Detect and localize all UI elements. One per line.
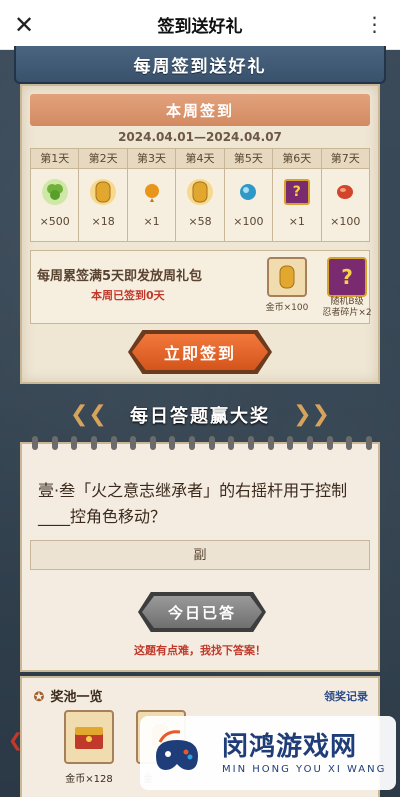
day-count: ×1 bbox=[288, 215, 305, 228]
day-cell: 第7天 ×100 bbox=[321, 149, 369, 241]
bonus-item-label-line2: 忍者碎片×2 bbox=[322, 308, 372, 318]
blue-orb-icon bbox=[235, 179, 261, 205]
answered-today-button[interactable]: 今日已答 bbox=[142, 596, 262, 628]
notebook-rings bbox=[32, 436, 372, 450]
day-cell: 第6天 ? ×1 bbox=[273, 149, 322, 241]
right-wing-ornament-icon: ❯❯ bbox=[293, 402, 330, 427]
signin-progress: 本周已签到0天 bbox=[91, 289, 165, 302]
day-count: ×100 bbox=[330, 215, 361, 228]
ring-icon bbox=[287, 436, 294, 450]
day-count: ×1 bbox=[143, 215, 160, 228]
gamepad-logo-icon bbox=[146, 722, 208, 784]
red-jewel-icon bbox=[332, 179, 358, 205]
prize-record-link[interactable]: 领奖记录 bbox=[324, 688, 368, 704]
ring-icon bbox=[90, 436, 97, 450]
day-cell: 第3天 ×1 bbox=[127, 149, 177, 241]
answer-field[interactable]: 副 bbox=[30, 540, 370, 570]
quiz-card: 壹·叁「火之意志继承者」的右摇杆用于控制____控角色移动？ 副 今日已答 这题… bbox=[20, 436, 380, 672]
more-icon[interactable]: ⋮ bbox=[364, 14, 386, 36]
weekly-bonus-box: 每周累签满5天即发放周礼包 本周已签到0天 金币×100 ? 随机B级 忍者碎片… bbox=[30, 250, 372, 324]
prize-label: 金币×128 bbox=[65, 774, 113, 785]
day-label: 第5天 bbox=[224, 149, 273, 169]
weekly-signin-card: 本周签到 2024.04.01—2024.04.07 第1天 ×500 第2天 … bbox=[20, 84, 380, 384]
mystery-fragment-icon: ? bbox=[327, 257, 367, 297]
day-count: ×18 bbox=[91, 215, 115, 228]
day-label: 第6天 bbox=[273, 149, 321, 169]
close-icon[interactable]: ✕ bbox=[12, 13, 36, 37]
weekly-banner: 每周签到送好礼 bbox=[14, 46, 386, 84]
bonus-description: 每周累签满5天即发放周礼包 bbox=[37, 269, 203, 284]
day-cell: 第5天 ×100 bbox=[224, 149, 274, 241]
bonus-item-label-line1: 随机B级 bbox=[330, 297, 364, 307]
shuriken-icon: ✪ bbox=[33, 690, 45, 705]
left-wing-ornament-icon: ❮❮ bbox=[70, 402, 107, 427]
ring-icon bbox=[267, 436, 274, 450]
card-title: 本周签到 bbox=[30, 94, 370, 126]
ring-icon bbox=[228, 436, 235, 450]
find-answer-link[interactable]: 这题有点难，我找下答案！ bbox=[22, 642, 378, 658]
sign-in-button-label: 立即签到 bbox=[163, 344, 236, 363]
bonus-item-label: 金币×100 bbox=[265, 303, 309, 313]
day-label: 第7天 bbox=[321, 149, 369, 169]
quiz-question: 壹·叁「火之意志继承者」的右摇杆用于控制____控角色移动？ bbox=[38, 481, 348, 526]
mystery-fragment-icon: ? bbox=[283, 179, 310, 205]
day-cell: 第2天 ×18 bbox=[79, 149, 128, 241]
prize-pool-title: ✪ 奖池一览 bbox=[32, 686, 103, 705]
day-count: ×100 bbox=[233, 215, 264, 228]
ring-icon bbox=[306, 436, 313, 450]
ring-icon bbox=[169, 436, 176, 450]
card-title-text: 本周签到 bbox=[165, 101, 234, 120]
quiz-banner: ❮❮ 每日答题赢大奖 ❯❯ bbox=[70, 398, 330, 432]
day-cell: 第4天 ×58 bbox=[176, 149, 225, 241]
scroll-left-icon[interactable]: ❮ bbox=[8, 730, 23, 751]
bonus-item-label: 随机B级 忍者碎片×2 bbox=[311, 297, 383, 319]
date-range: 2024.04.01—2024.04.07 bbox=[118, 130, 282, 144]
watermark-subtitle: MIN HONG YOU XI WANG bbox=[222, 764, 387, 775]
ring-icon bbox=[248, 436, 255, 450]
gold-coin-stack-icon bbox=[186, 179, 213, 205]
day-rewards-row: 第1天 ×500 第2天 ×18 第3天 ×1 第4天 ×58 第5天 ×100… bbox=[30, 148, 370, 242]
sign-in-button[interactable]: 立即签到 bbox=[132, 334, 268, 370]
answered-today-label: 今日已答 bbox=[167, 603, 236, 622]
ring-icon bbox=[51, 436, 58, 450]
ring-icon bbox=[189, 436, 196, 450]
day-label: 第3天 bbox=[127, 149, 176, 169]
orange-drop-icon bbox=[139, 179, 165, 205]
day-label: 第1天 bbox=[31, 149, 79, 169]
ring-icon bbox=[365, 436, 372, 450]
gold-treasure-chest-icon bbox=[64, 710, 114, 764]
day-count: ×58 bbox=[188, 215, 212, 228]
ring-icon bbox=[346, 436, 353, 450]
prize-pool-title-text: 奖池一览 bbox=[50, 690, 103, 705]
page-title: 签到送好礼 bbox=[157, 17, 243, 37]
ring-icon bbox=[208, 436, 215, 450]
watermark-title: 闵鸿游戏网 bbox=[222, 732, 358, 762]
weekly-banner-title: 每周签到送好礼 bbox=[133, 56, 267, 77]
ring-icon bbox=[110, 436, 117, 450]
site-watermark: 闵鸿游戏网 MIN HONG YOU XI WANG bbox=[140, 716, 396, 790]
day-cell: 第1天 ×500 bbox=[31, 149, 80, 241]
day-label: 第4天 bbox=[176, 149, 224, 169]
ring-icon bbox=[149, 436, 156, 450]
quiz-banner-title: 每日答题赢大奖 bbox=[130, 406, 270, 427]
top-bar: ✕ 签到送好礼 ⋮ bbox=[0, 0, 400, 50]
gold-coin-stack-icon bbox=[90, 179, 117, 205]
ring-icon bbox=[130, 436, 137, 450]
green-clover-icon bbox=[41, 179, 68, 205]
ring-icon bbox=[326, 436, 333, 450]
ring-icon bbox=[71, 436, 78, 450]
ring-icon bbox=[32, 436, 38, 450]
day-label: 第2天 bbox=[79, 149, 127, 169]
gold-coin-stack-icon bbox=[267, 257, 307, 297]
day-count: ×500 bbox=[39, 215, 70, 228]
